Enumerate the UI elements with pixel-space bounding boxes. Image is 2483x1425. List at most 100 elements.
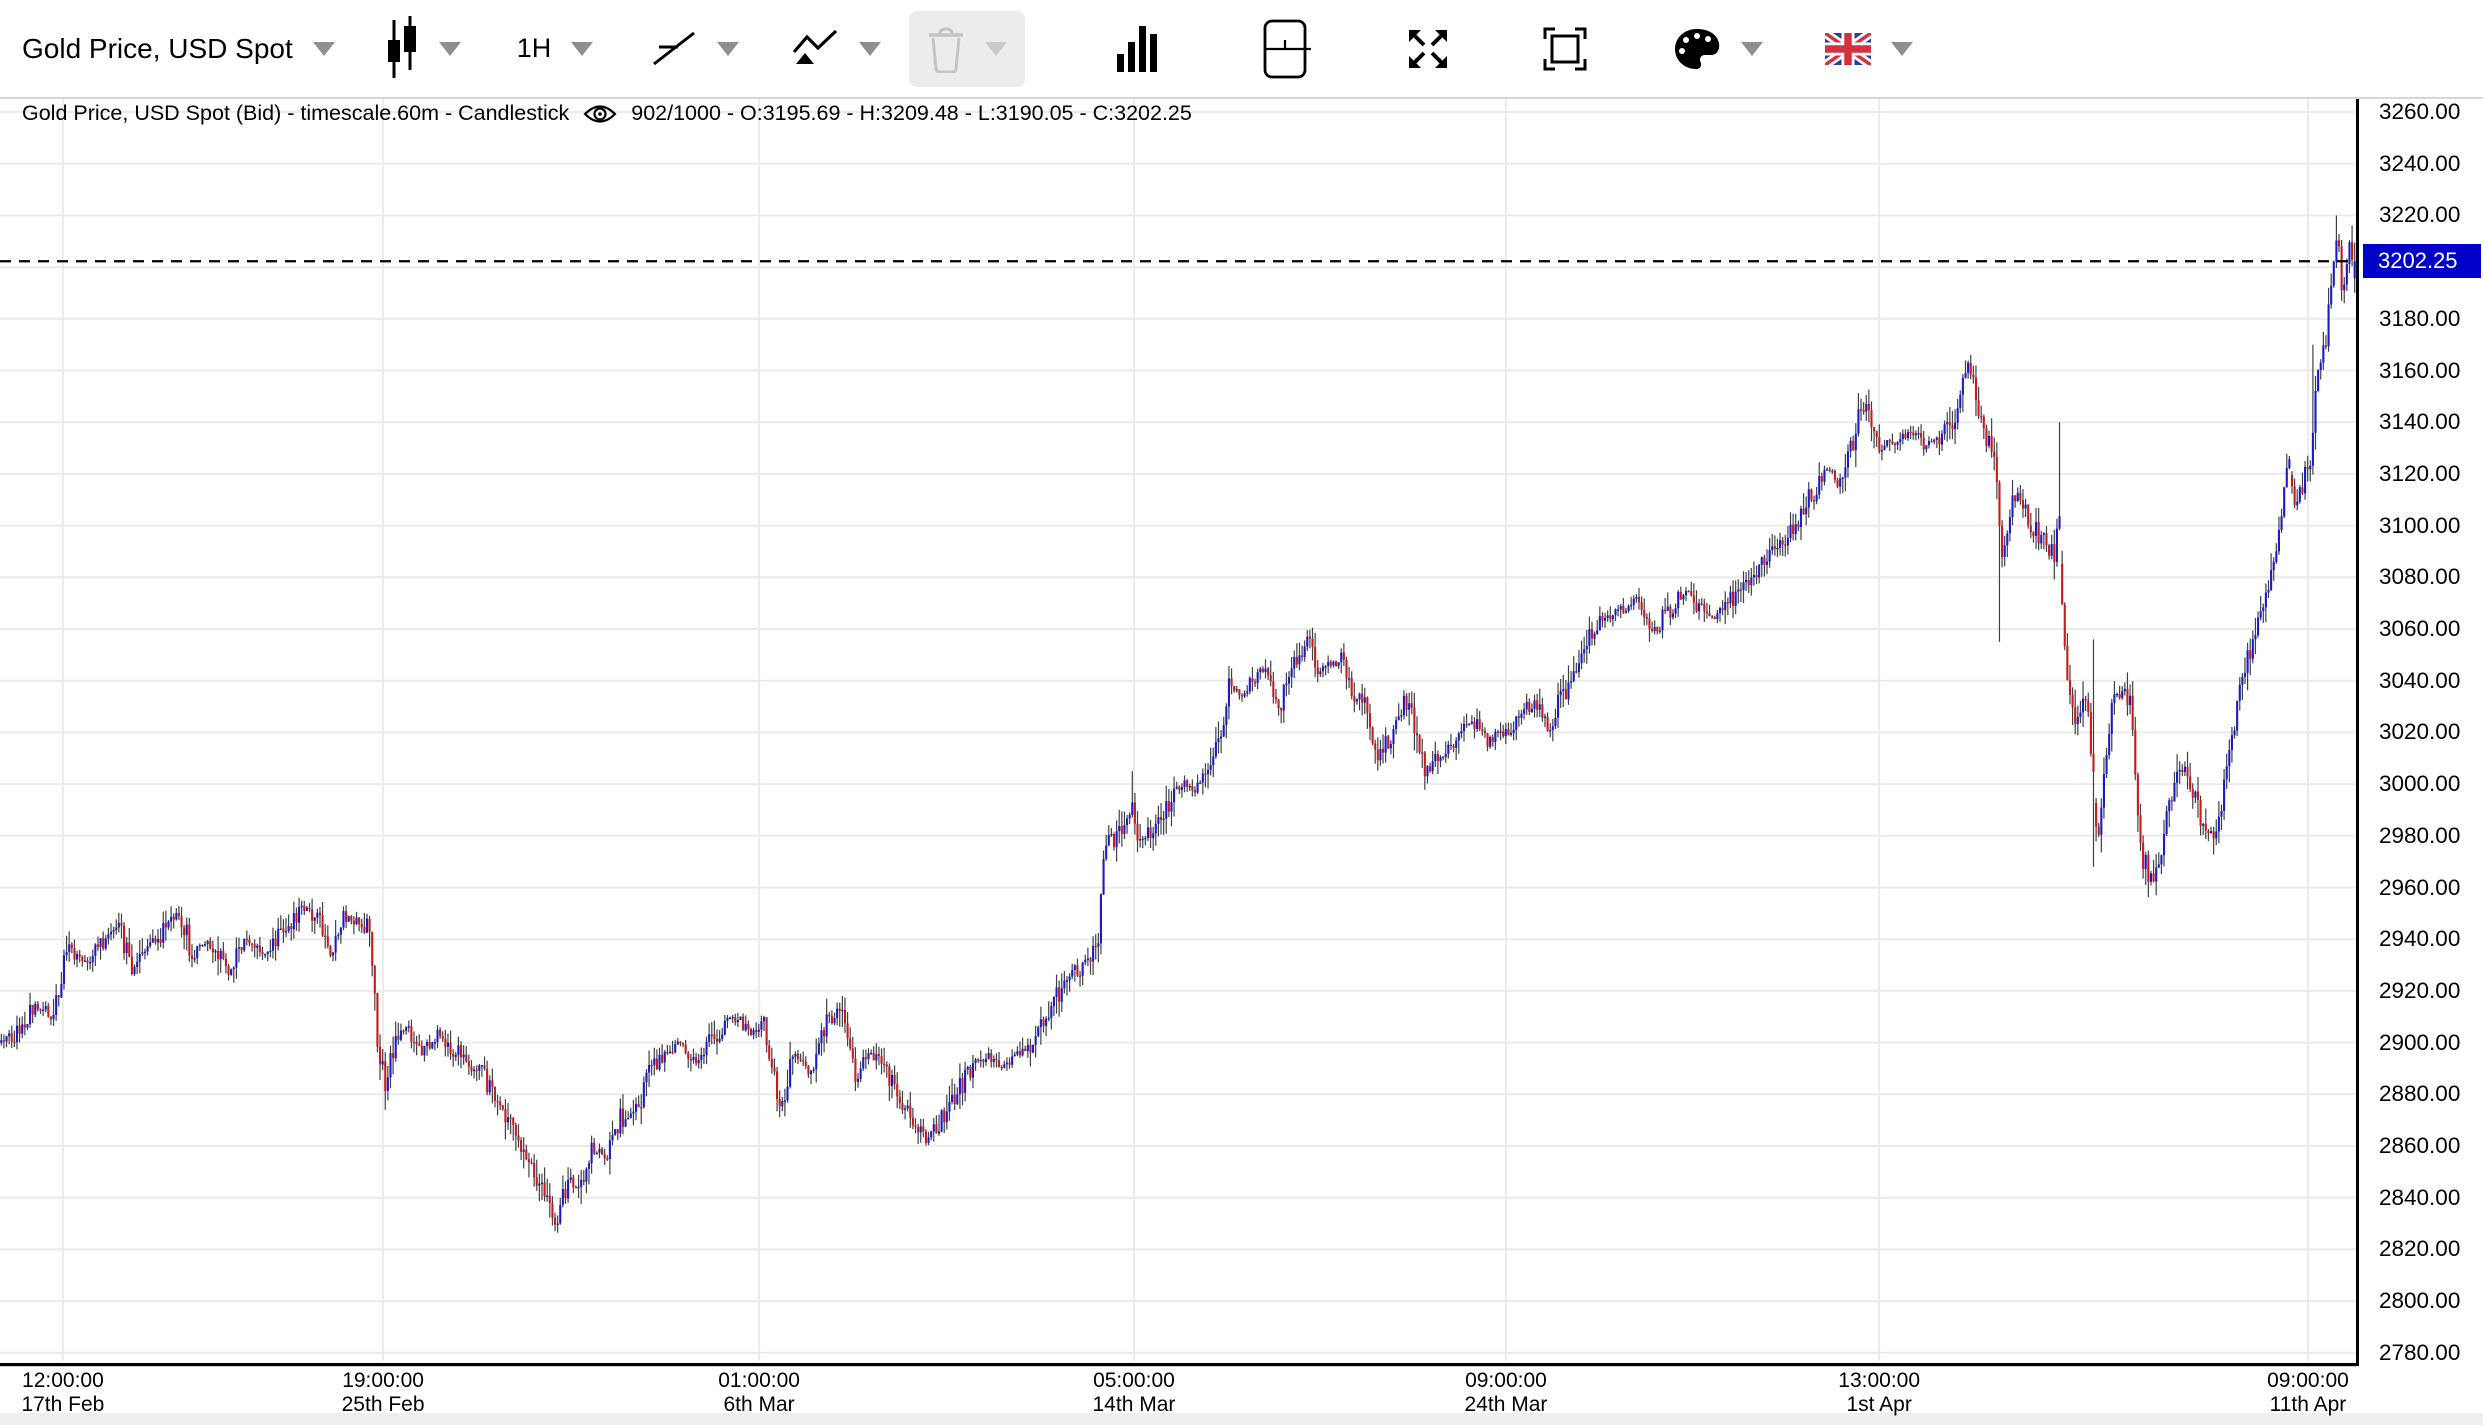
candle-body [16,1026,18,1042]
candle-body [2270,570,2272,590]
fit-frame-button[interactable] [1543,27,1587,71]
candle-body [275,939,277,947]
candle-body [1144,838,1146,839]
candle-body [1293,657,1295,669]
candle-body [345,911,347,922]
candle-body [716,1039,718,1042]
candle-body [651,1065,653,1066]
candle-body [89,962,91,963]
candle-body [886,1064,888,1066]
candle-body [1366,697,1368,713]
candle-body [37,1004,39,1010]
candle-body [154,938,156,942]
candle-body [1763,557,1765,564]
candle-body [739,1017,741,1020]
price-axis[interactable]: 3202.25 3260.003240.003220.003200.003180… [2356,99,2483,1366]
candle-body [698,1060,700,1063]
candle-body [2194,792,2196,798]
candle-body [1688,591,1690,592]
candle-body [1037,1027,1039,1036]
candle-body [1677,592,1679,608]
candle-body [2155,867,2157,881]
candle-body [559,1205,561,1224]
candle-body [925,1131,927,1142]
candle-body [2090,712,2092,754]
candle-body [828,1015,830,1016]
candle-body [423,1046,425,1055]
candle-body [1970,363,1972,375]
indicators-tool[interactable] [791,28,881,70]
candle-body [1792,525,1794,534]
candle-body [972,1063,974,1078]
candle-body [1938,438,1940,445]
candle-body [585,1169,587,1182]
candle-body [836,1009,838,1018]
candle-body [2043,533,2045,535]
symbol-selector[interactable]: Gold Price, USD Spot [22,33,335,65]
candle-body [724,1021,726,1035]
volume-toggle-button[interactable] [1117,26,1159,72]
candle-body [1810,489,1812,500]
candle-body [713,1034,715,1038]
candle-body [73,948,75,959]
trend-line-icon [651,26,697,72]
candle-body [1912,432,1914,435]
candle-body [52,1015,54,1019]
candle-body [2061,564,2063,605]
candle-body [967,1067,969,1070]
timeframe-selector[interactable]: 1H [517,33,594,64]
chart-style-selector[interactable] [385,16,461,82]
candle-body [1298,655,1300,664]
candle-body [1881,450,1883,451]
candle-body [1813,500,1815,501]
time-axis[interactable]: 12:00:0017th Feb19:00:0025th Feb01:00:00… [0,1367,2356,1413]
candle-body [1716,613,1718,619]
candle-body [2213,831,2215,838]
candle-body [1377,750,1379,761]
candle-body [2171,800,2173,801]
candle-body [1108,835,1110,845]
candle-body [1100,894,1102,943]
theme-palette-button[interactable] [1673,27,1763,71]
delete-drawings-button[interactable] [909,11,1025,87]
price-tick-label: 3260.00 [2379,99,2460,125]
price-tick-label: 3100.00 [2379,513,2460,539]
language-selector[interactable] [1825,33,1913,65]
candle-body [1311,639,1313,647]
candle-body [1011,1056,1013,1064]
candle-body [2022,500,2024,509]
candle-body [1588,629,1590,646]
candle-body [993,1059,995,1062]
candle-body [2163,834,2165,855]
expand-view-button[interactable] [1405,26,1451,72]
candle-body [857,1079,859,1082]
candle-body [638,1104,640,1107]
candle-body [1353,696,1355,702]
fit-frame-icon [1543,27,1587,71]
candle-body [776,1071,778,1099]
split-pane-button[interactable] [1263,19,1313,79]
candle-body [1189,786,1191,787]
chevron-down-icon [717,42,739,56]
trend-line-tool[interactable] [651,26,739,72]
candle-body [1202,774,1204,783]
candle-body [2210,831,2212,833]
candle-body [1941,434,1943,445]
candle-body [2247,650,2249,673]
candle-body [549,1196,551,1203]
candle-body [591,1143,593,1164]
candle-body [2220,811,2222,817]
candle-body [180,916,182,927]
time-tick-label: 19:00:0025th Feb [293,1369,473,1417]
candle-body [191,956,193,959]
candlestick-chart[interactable] [0,99,2356,1367]
candle-body [1489,737,1491,747]
candle-body [580,1180,582,1187]
candle-body [1048,1018,1050,1019]
candle-body [1510,733,1512,735]
timeframe-label: 1H [517,33,552,64]
candle-body [1029,1045,1031,1053]
candle-body [1228,679,1230,707]
candle-body [1486,733,1488,746]
eye-icon[interactable] [583,102,617,126]
